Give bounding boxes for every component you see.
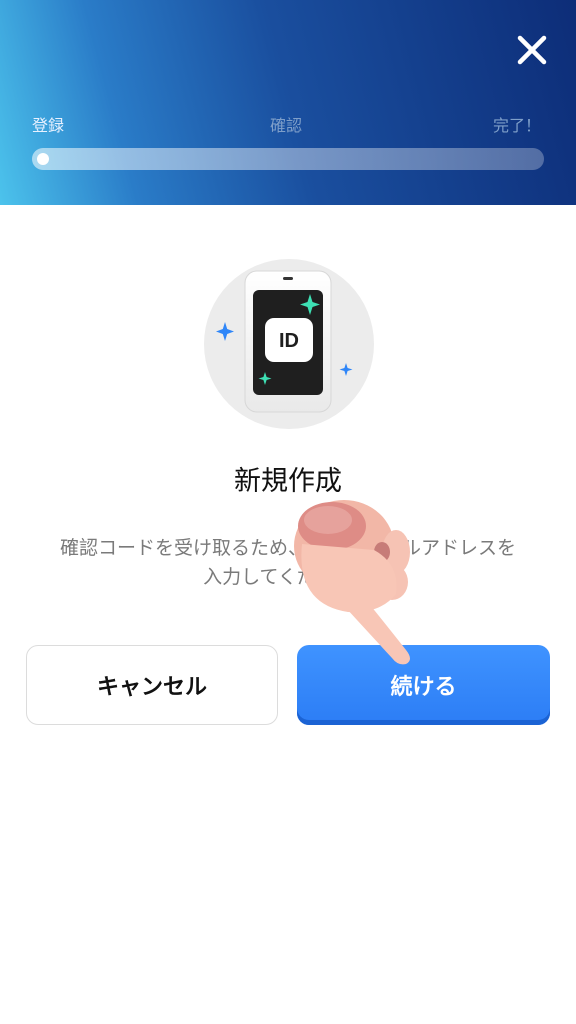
page-title: 新規作成 [234,466,342,497]
step-label-complete: 完了！ [493,116,542,135]
cancel-button[interactable]: キャンセル [26,645,278,725]
close-button[interactable] [510,28,554,72]
close-icon [517,35,547,65]
header-banner: 登録 確認 完了！ [0,0,576,205]
id-card-phone-icon: ID [203,258,375,430]
id-badge-text: ID [279,330,299,352]
step-label-confirm: 確認 [270,116,303,135]
page-description: 確認コードを受け取るため、有効なメールアドレスを入力してください。 [59,537,516,588]
progress-bar [32,148,544,170]
progress-indicator [37,153,49,165]
continue-button[interactable]: 続ける [297,645,550,725]
step-label-register: 登録 [32,116,65,135]
